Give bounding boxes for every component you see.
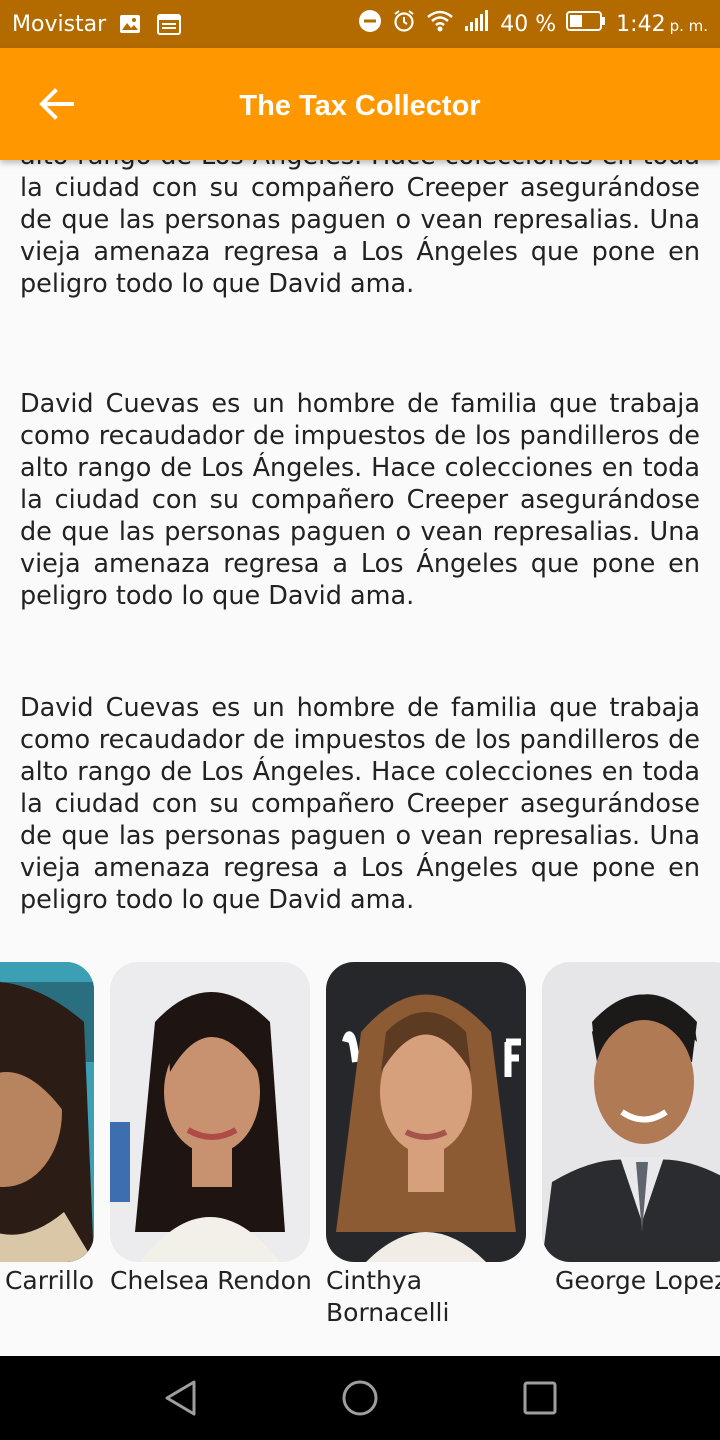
cast-item[interactable]: Carrillo [0, 962, 94, 1297]
signal-icon [464, 10, 490, 38]
cast-list[interactable]: Carrillo Chelsea Rendon Cinthya Bornacel… [0, 962, 720, 1342]
calendar-notification-icon [156, 12, 182, 36]
triangle-back-icon [165, 1380, 196, 1416]
cast-name: Chelsea Rendon [110, 1266, 312, 1295]
cast-name: George Lopez [555, 1266, 720, 1295]
cast-item[interactable]: Cinthya Bornacelli [326, 962, 526, 1329]
app-bar: The Tax Collector [0, 48, 720, 160]
synopsis-paragraph: David Cuevas es un hombre de familia que… [20, 693, 700, 915]
woman-portrait-icon [110, 962, 310, 1262]
woman-portrait-icon [326, 962, 526, 1262]
image-notification-icon [118, 12, 142, 36]
nav-home-button[interactable] [336, 1374, 384, 1422]
man-portrait-icon [542, 962, 720, 1262]
cast-photo [326, 962, 526, 1262]
nav-recents-button[interactable] [516, 1374, 564, 1422]
synopsis-paragraph: David Cuevas es un hombre de familia que… [20, 389, 700, 611]
woman-portrait-icon [0, 962, 94, 1262]
cast-name: Cinthya Bornacelli [326, 1266, 450, 1327]
wifi-icon [426, 9, 454, 39]
battery-icon [566, 10, 606, 38]
battery-percent: 40 % [500, 11, 557, 37]
cast-name: Carrillo [4, 1266, 94, 1295]
square-recents-icon [523, 1381, 557, 1415]
cast-item[interactable]: George Lopez [542, 962, 720, 1297]
cast-item[interactable]: Chelsea Rendon [110, 962, 312, 1297]
synopsis-paragraph: alto rango de Los Ángeles. Hace coleccio… [20, 160, 700, 299]
cast-photo [110, 962, 310, 1262]
page-title: The Tax Collector [239, 90, 481, 122]
nav-back-button[interactable] [156, 1374, 204, 1422]
do-not-disturb-icon [358, 9, 382, 39]
cast-photo [542, 962, 720, 1262]
carrier-name: Movistar [12, 11, 107, 37]
content-scroll[interactable]: alto rango de Los Ángeles. Hace coleccio… [0, 160, 720, 1356]
circle-home-icon [342, 1380, 378, 1416]
clock-time: 1:42 [616, 11, 666, 37]
status-bar: Movistar 40 % 1:42 p. m. [0, 0, 720, 48]
clock-ampm: p. m. [669, 16, 708, 35]
system-nav-bar [0, 1356, 720, 1440]
cast-photo [0, 962, 94, 1262]
alarm-icon [392, 9, 416, 39]
